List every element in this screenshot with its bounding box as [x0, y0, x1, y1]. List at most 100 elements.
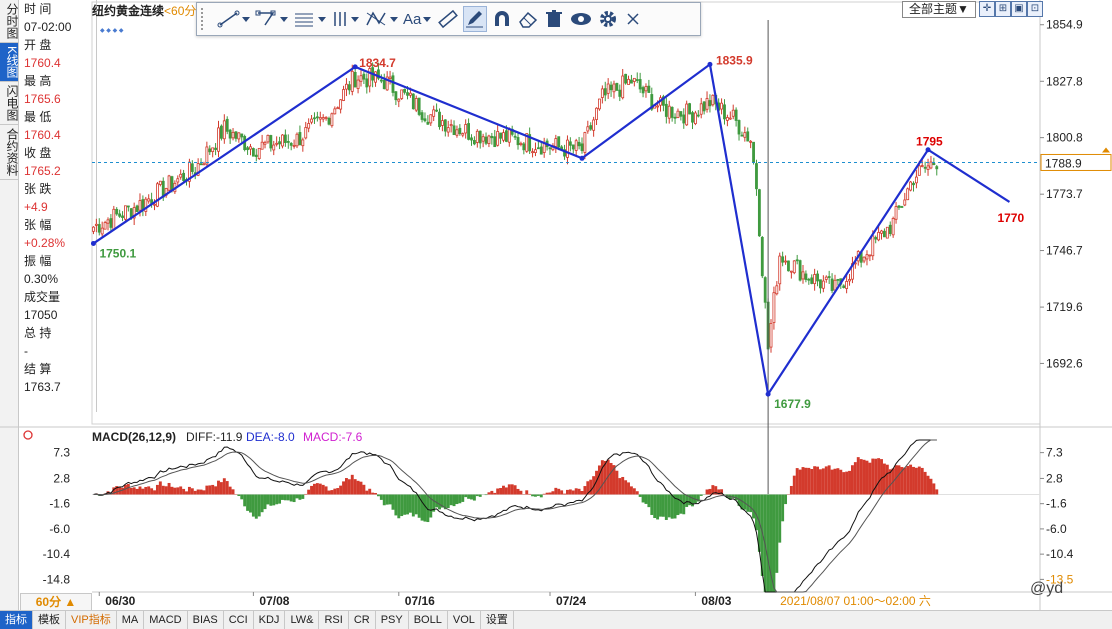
toolbar-grip[interactable]: [201, 8, 211, 30]
theme-dropdown[interactable]: 全部主题▼: [902, 1, 976, 18]
candle-body: [424, 119, 426, 121]
macd-left-tick-label: 7.3: [53, 446, 70, 460]
macd-bar: [415, 494, 418, 514]
candle-body: [107, 220, 109, 223]
macd-bar: [368, 489, 371, 495]
macd-bar: [621, 477, 624, 495]
macd-bar: [813, 466, 816, 494]
expand-icon[interactable]: ⊡: [1027, 1, 1043, 17]
gear-icon[interactable]: [597, 7, 619, 31]
candle-body: [255, 155, 257, 156]
candle-body: [308, 123, 310, 128]
macd-bar: [618, 478, 621, 494]
tab-indicators[interactable]: 指标: [0, 611, 33, 629]
macd-bar: [365, 491, 368, 495]
macd-bar: [883, 464, 886, 495]
macd-bar: [772, 494, 775, 592]
tab-bias[interactable]: BIAS: [188, 611, 224, 629]
crosshair-icon[interactable]: ✛: [979, 1, 995, 17]
title-markers: ◆ ◆ ◆ ◆: [100, 28, 124, 34]
macd-bar: [383, 494, 386, 505]
ruler-icon[interactable]: [437, 7, 459, 31]
candle-body: [723, 105, 725, 119]
fib-tool-icon[interactable]: [293, 7, 327, 31]
macd-bar: [197, 489, 200, 494]
close-icon[interactable]: [623, 7, 643, 31]
candle-body: [633, 78, 635, 81]
candle-body: [674, 117, 676, 118]
macd-bar: [421, 494, 424, 520]
eye-icon[interactable]: [569, 7, 593, 31]
parallel-tool-icon[interactable]: [331, 7, 361, 31]
tab-psy[interactable]: PSY: [376, 611, 409, 629]
candle-body: [191, 164, 193, 172]
tab-vip-indicators[interactable]: VIP指标: [66, 611, 117, 629]
tab-settings[interactable]: 设置: [481, 611, 514, 629]
macd-bar: [229, 487, 232, 495]
macd-bar: [909, 465, 912, 495]
tab-lwr[interactable]: LW&: [285, 611, 319, 629]
polyline-tool-icon[interactable]: [255, 7, 289, 31]
macd-left-tick-label: -1.6: [49, 497, 70, 511]
tab-rsi[interactable]: RSI: [319, 611, 348, 629]
macd-bar: [162, 486, 165, 495]
fit-icon[interactable]: ⊞: [995, 1, 1011, 17]
candle-body: [721, 103, 723, 109]
tab-cci[interactable]: CCI: [224, 611, 254, 629]
kline-chart[interactable]: 1854.91827.81800.81773.71746.71719.61692…: [0, 0, 1112, 610]
macd-bar: [851, 465, 854, 494]
candle-body: [401, 90, 403, 99]
candle-body: [691, 113, 693, 123]
candle-body: [110, 219, 112, 228]
macd-bar: [485, 494, 488, 495]
trash-icon[interactable]: [543, 7, 565, 31]
macd-bar: [424, 494, 427, 521]
eraser-icon[interactable]: [517, 7, 539, 31]
candle-body: [343, 90, 345, 101]
macd-bar: [220, 482, 223, 494]
macd-bar: [252, 494, 255, 516]
line-tool-icon[interactable]: [217, 7, 251, 31]
tab-boll[interactable]: BOLL: [409, 611, 448, 629]
candle-body: [630, 80, 632, 83]
macd-bar: [246, 494, 249, 510]
candle-body: [534, 150, 536, 153]
window-icon[interactable]: ▣: [1011, 1, 1027, 17]
candle-body: [613, 84, 615, 92]
macd-bar: [394, 494, 397, 515]
current-price-arrow: [1102, 147, 1110, 152]
candle-body: [555, 139, 557, 147]
tab-macd[interactable]: MACD: [144, 611, 187, 629]
candle-body: [712, 95, 714, 104]
macd-bar: [807, 468, 810, 495]
macd-bar: [784, 494, 787, 504]
pattern-tool-icon[interactable]: [365, 7, 399, 31]
macd-bar: [296, 494, 299, 498]
text-tool-icon[interactable]: Aa: [403, 7, 433, 31]
tab-ma[interactable]: MA: [117, 611, 145, 629]
candle-body: [755, 164, 757, 189]
candle-body: [628, 79, 630, 84]
pen-icon[interactable]: [463, 6, 487, 32]
macd-bar: [508, 484, 511, 494]
period-button[interactable]: 60分 ▲: [20, 593, 92, 611]
tab-vol[interactable]: VOL: [448, 611, 481, 629]
macd-bar: [866, 461, 869, 495]
candle-body: [116, 209, 118, 214]
macd-bar: [266, 494, 269, 504]
tab-kdj[interactable]: KDJ: [254, 611, 286, 629]
candle-body: [287, 141, 289, 142]
candle-body: [412, 94, 414, 109]
candle-body: [104, 223, 106, 230]
trend-pivot-marker: [707, 62, 712, 67]
tab-template[interactable]: 模板: [33, 611, 66, 629]
macd-bar: [932, 483, 935, 494]
magnet-icon[interactable]: [491, 7, 513, 31]
trend-zigzag-line: [93, 64, 1009, 394]
macd-bar: [290, 494, 293, 501]
macd-bar: [860, 459, 863, 494]
tab-cr[interactable]: CR: [349, 611, 376, 629]
candle-body: [98, 225, 100, 233]
macd-bar: [682, 494, 685, 514]
macd-bar: [458, 494, 461, 503]
